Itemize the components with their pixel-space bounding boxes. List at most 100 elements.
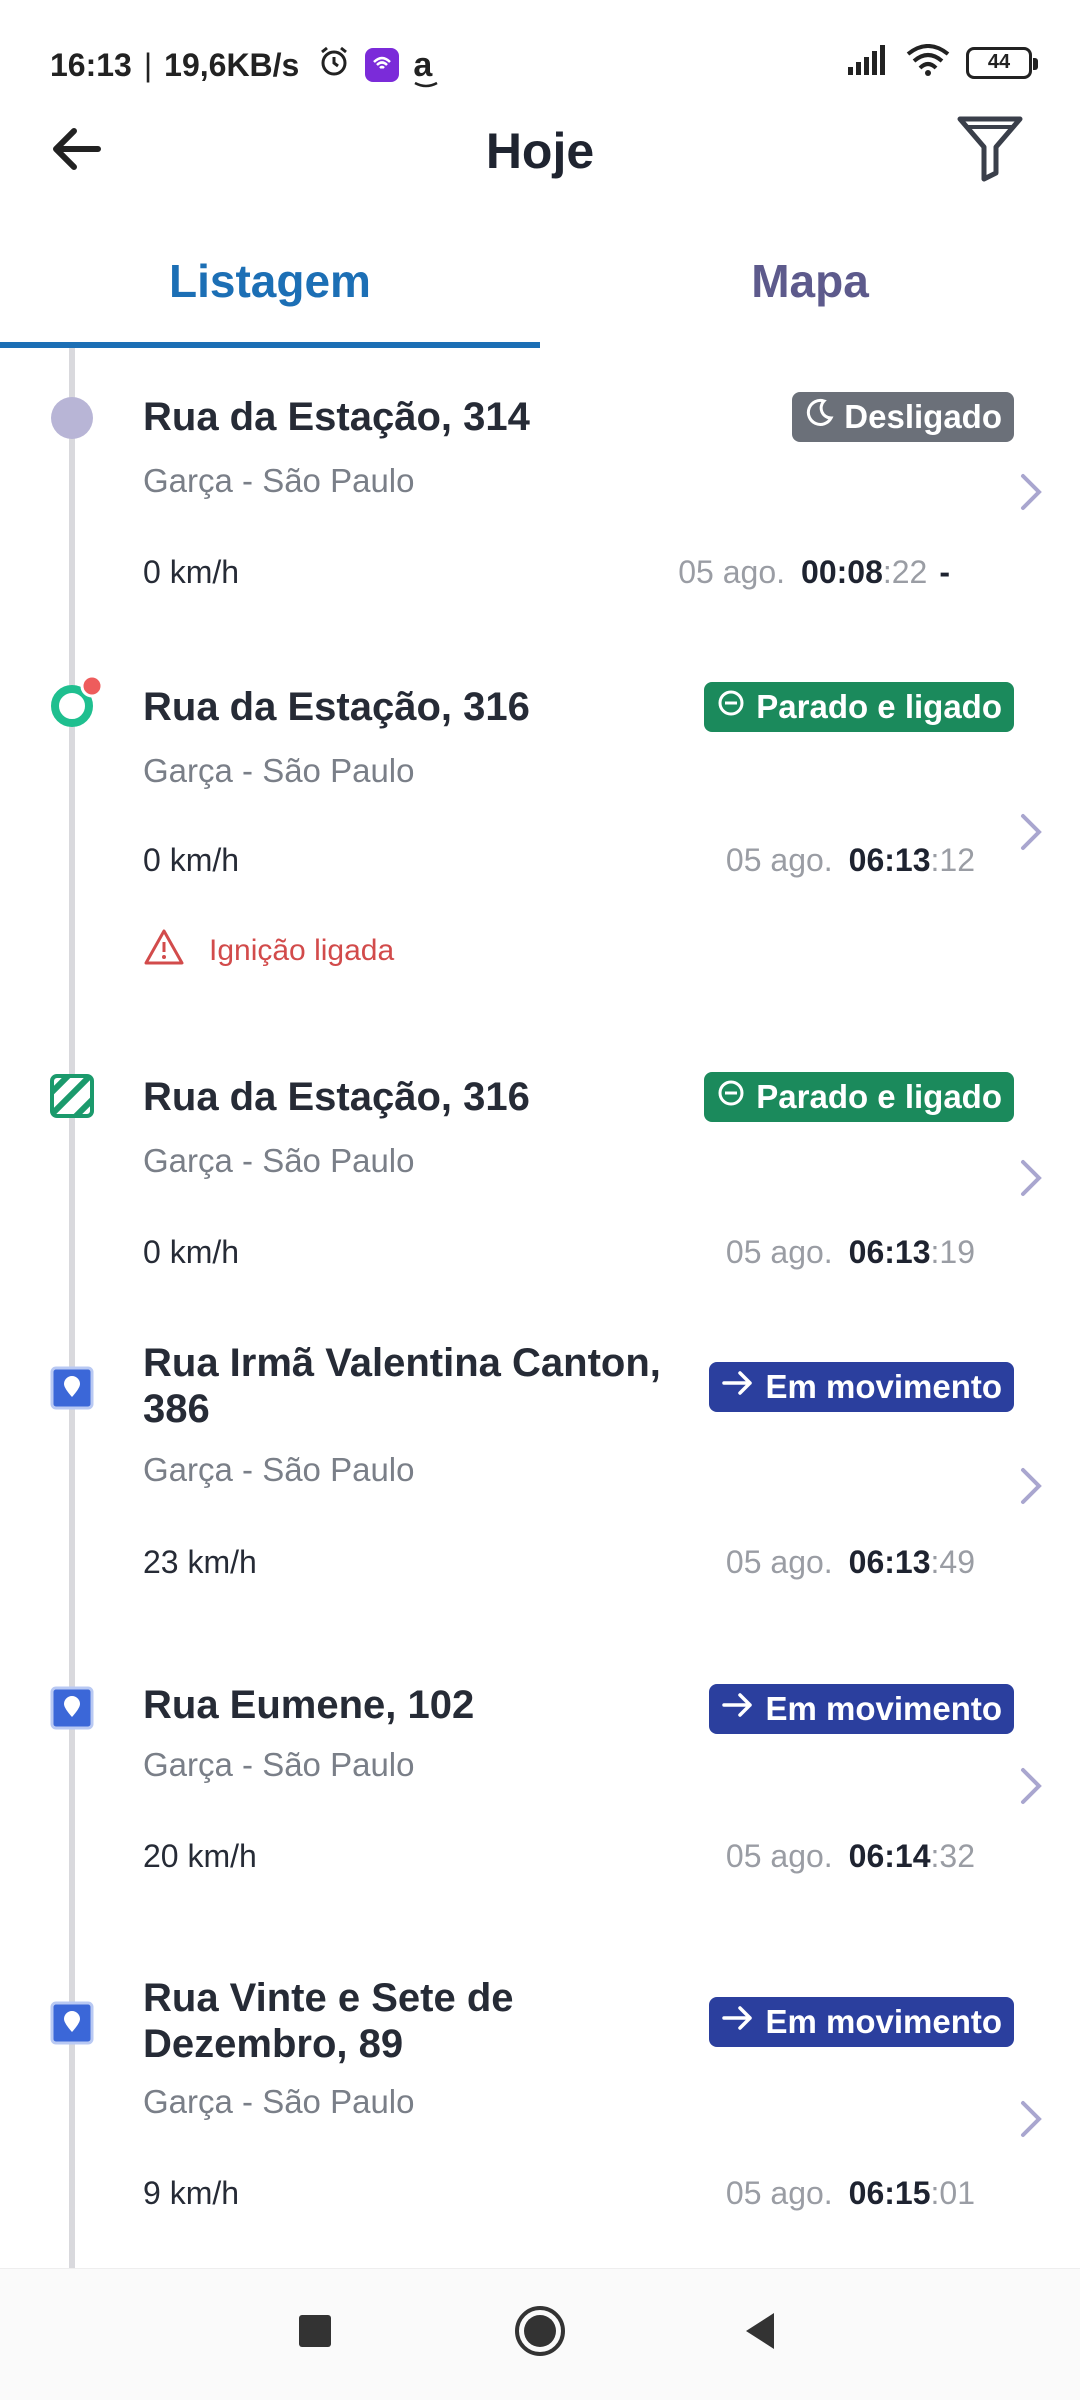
status-badge: Em movimento	[709, 1997, 1014, 2047]
timestamp: 05 ago. 06:13:12	[726, 842, 975, 879]
back-nav-button[interactable]	[730, 2303, 790, 2363]
list-item[interactable]: Rua da Estação, 316 Parado e ligado Garç…	[0, 1028, 1080, 1318]
time-suffix: -	[939, 554, 950, 590]
time-seconds: :49	[930, 1544, 975, 1580]
status-badge: Parado e ligado	[704, 682, 1014, 732]
time-hm: 06:13	[848, 842, 931, 878]
status-right: 44	[846, 44, 1038, 81]
timestamp: 05 ago. 00:08:22-	[678, 554, 950, 591]
time-seconds: :19	[930, 1234, 975, 1270]
page-title: Hoje	[485, 123, 595, 179]
striped-marker-icon	[50, 1074, 94, 1118]
network-speed: 19,6KB/s	[164, 46, 300, 83]
street-address: Rua Vinte e Sete de Dezembro, 89	[143, 1976, 514, 2066]
recent-apps-icon	[297, 2313, 333, 2354]
tab-mapa[interactable]: Mapa	[540, 230, 1080, 348]
home-button[interactable]	[510, 2303, 570, 2363]
status-badge: Desligado	[792, 392, 1014, 442]
funnel-icon	[956, 113, 1024, 188]
status-bar: 16:13 | 19,6KB/s a 44	[0, 0, 1080, 96]
location-pin-marker-icon	[50, 2001, 94, 2045]
speed-value: 9 km/h	[143, 2175, 240, 2211]
status-left: 16:13 | 19,6KB/s a	[50, 44, 438, 87]
time-seconds: :32	[930, 1838, 975, 1874]
street-address: Rua da Estação, 316	[143, 685, 530, 729]
location-pin-marker-icon	[50, 1686, 94, 1730]
battery-level: 44	[987, 51, 1011, 73]
status-label: Parado e ligado	[756, 1078, 1002, 1115]
speed-value: 0 km/h	[143, 842, 240, 878]
status-label: Em movimento	[765, 1368, 1002, 1405]
amazon-icon: a	[413, 45, 438, 87]
alert-text: Ignição ligada	[209, 934, 395, 967]
speed-value: 20 km/h	[143, 1838, 257, 1874]
street-address: Rua Eumene, 102	[143, 1683, 475, 1727]
status-badge: Em movimento	[709, 1362, 1014, 1412]
home-icon	[513, 2304, 567, 2363]
history-list: Rua da Estação, 314 Desligado Garça - Sã…	[0, 348, 1080, 2268]
signal-icon	[846, 45, 890, 80]
location-pin-marker-icon	[50, 1366, 94, 1410]
chevron-right-icon	[1006, 1148, 1056, 1208]
street-address: Rua Irmã Valentina Canton, 386	[143, 1341, 661, 1431]
chevron-right-icon	[1006, 802, 1056, 862]
speed-value: 0 km/h	[143, 554, 240, 590]
date-label: 05 ago.	[725, 1544, 833, 1580]
ignition-on-marker-icon	[50, 674, 104, 728]
time-hm: 00:08	[801, 554, 883, 590]
status-label: Em movimento	[765, 1690, 1002, 1727]
time-hm: 06:15	[848, 2175, 931, 2211]
status-label: Parado e ligado	[756, 688, 1002, 725]
list-item[interactable]: Rua Vinte e Sete de Dezembro, 89 Em movi…	[0, 1953, 1080, 2268]
city-label: Garça - São Paulo	[143, 1746, 415, 1783]
list-item[interactable]: Rua da Estação, 316 Parado e ligado Garç…	[0, 638, 1080, 1028]
moon-icon	[804, 398, 834, 436]
wifi-icon	[906, 44, 950, 81]
chevron-right-icon	[1006, 1456, 1056, 1516]
list-item[interactable]: Rua Eumene, 102 Em movimento Garça - São…	[0, 1638, 1080, 1953]
arrow-right-icon	[721, 1690, 755, 1728]
timestamp: 05 ago. 06:14:32	[726, 1838, 975, 1875]
tab-bar: Listagem Mapa	[0, 230, 1080, 348]
status-label: Em movimento	[765, 2003, 1002, 2040]
city-label: Garça - São Paulo	[143, 2083, 415, 2120]
street-address: Rua da Estação, 316	[143, 1075, 530, 1119]
timestamp: 05 ago. 06:13:19	[726, 1234, 975, 1271]
warning-triangle-icon	[143, 928, 185, 974]
arrow-right-icon	[721, 2003, 755, 2041]
city-label: Garça - São Paulo	[143, 462, 415, 499]
clock: 16:13	[50, 46, 132, 83]
arrow-right-icon	[721, 1368, 755, 1406]
time-seconds: :22	[882, 554, 928, 590]
date-label: 05 ago.	[725, 1234, 833, 1270]
alert-row: Ignição ligada	[143, 928, 394, 974]
date-label: 05 ago.	[725, 842, 833, 878]
battery-icon: 44	[966, 46, 1038, 79]
back-icon	[742, 2311, 778, 2356]
chevron-right-icon	[1006, 1756, 1056, 1816]
timestamp: 05 ago. 06:15:01	[726, 2175, 975, 2212]
speed-value: 0 km/h	[143, 1234, 240, 1270]
status-label: Desligado	[844, 398, 1002, 435]
tab-listagem[interactable]: Listagem	[0, 230, 540, 348]
filter-button[interactable]	[950, 110, 1030, 190]
speed-value: 23 km/h	[143, 1544, 257, 1580]
alarm-icon	[317, 44, 351, 86]
city-label: Garça - São Paulo	[143, 752, 415, 789]
time-seconds: :12	[930, 842, 975, 878]
time-hm: 06:13	[848, 1544, 931, 1580]
date-label: 05 ago.	[725, 2175, 833, 2211]
status-badge: Em movimento	[709, 1684, 1014, 1734]
system-nav-bar	[0, 2268, 1080, 2400]
date-label: 05 ago.	[678, 554, 786, 590]
chevron-right-icon	[1006, 2089, 1056, 2149]
chevron-right-icon	[1006, 462, 1056, 522]
status-badge: Parado e ligado	[704, 1072, 1014, 1122]
amazon-glyph: a	[413, 45, 433, 84]
list-item[interactable]: Rua Irmã Valentina Canton, 386 Em movime…	[0, 1318, 1080, 1638]
list-item[interactable]: Rua da Estação, 314 Desligado Garça - Sã…	[0, 348, 1080, 638]
recent-apps-button[interactable]	[285, 2303, 345, 2363]
minus-circle-icon	[716, 1078, 746, 1116]
separator: |	[143, 46, 153, 83]
timestamp: 05 ago. 06:13:49	[726, 1544, 975, 1581]
